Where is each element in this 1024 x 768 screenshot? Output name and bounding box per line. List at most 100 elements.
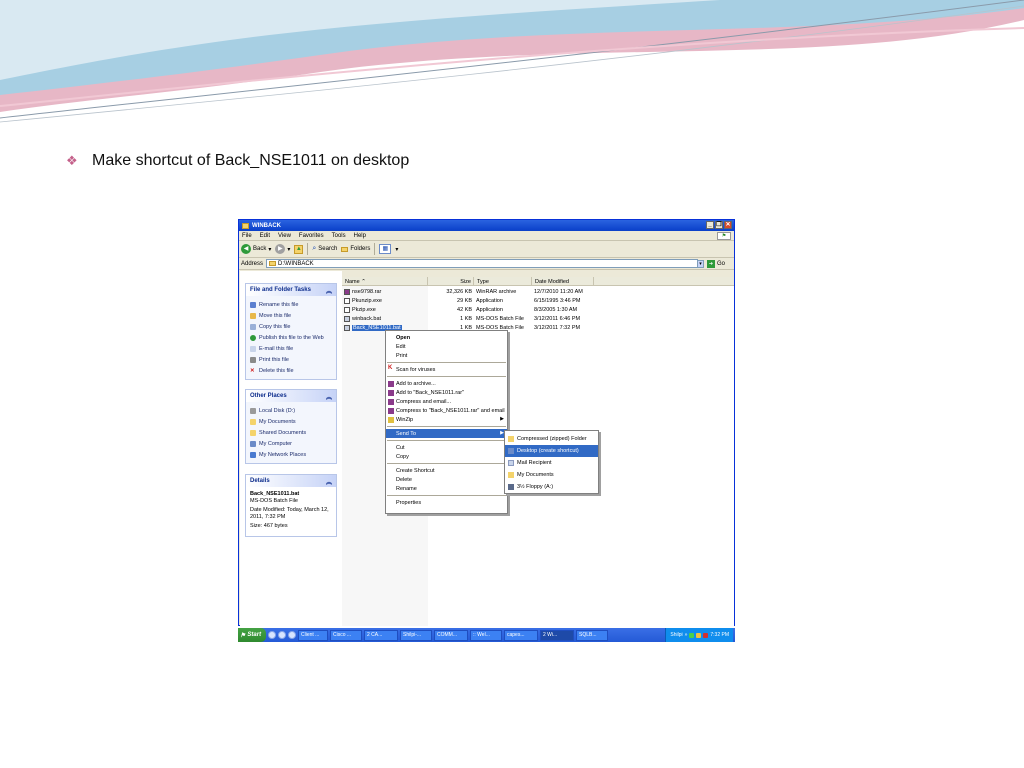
menu-item-compress-email[interactable]: Compress and email... [386, 397, 507, 406]
place-my-documents[interactable]: My Documents [250, 416, 332, 427]
taskbar-task[interactable]: SQLB... [576, 629, 608, 641]
file-row[interactable]: Pkzip.exe 42 KB Application 8/3/2005 1:3… [342, 305, 602, 314]
column-header-name[interactable]: Name ⌃ [342, 277, 428, 286]
column-header-type[interactable]: Type [474, 277, 532, 286]
tray-clock[interactable]: 7:32 PM [710, 632, 729, 638]
dropdown-arrow-icon[interactable]: ▾ [395, 246, 398, 253]
file-row[interactable]: Pkunzip.exe 29 KB Application 6/15/1995 … [342, 296, 602, 305]
place-network[interactable]: My Network Places [250, 449, 332, 460]
taskbar-task[interactable]: COMM... [434, 629, 468, 641]
send-to-compressed[interactable]: Compressed (zipped) Folder [505, 433, 598, 445]
column-header-size[interactable]: Size [428, 277, 474, 286]
tray-expand-chevron-icon[interactable]: » [685, 632, 688, 638]
tray-antivirus-icon[interactable] [703, 632, 709, 638]
go-button[interactable]: ➜ Go [707, 260, 725, 268]
menu-view[interactable]: View [278, 233, 291, 239]
place-label: Local Disk (D:) [259, 407, 296, 414]
winrar-icon [388, 408, 394, 414]
taskbar-task[interactable]: Cisco ... [330, 629, 362, 641]
copy-icon [250, 323, 256, 330]
collapse-chevron-icon[interactable]: ︽ [326, 286, 332, 295]
collapse-chevron-icon[interactable]: ︽ [326, 477, 332, 486]
task-email[interactable]: E-mail this file [250, 343, 332, 354]
collapse-chevron-icon[interactable]: ︽ [326, 392, 332, 401]
task-rename[interactable]: Rename this file [250, 299, 332, 310]
file-size: 1 KB [460, 315, 472, 322]
menu-item-winzip[interactable]: WinZip ▶ [386, 415, 507, 424]
place-label: My Network Places [259, 451, 307, 458]
menu-item-compress-rar-email[interactable]: Compress to "Back_NSE1011.rar" and email [386, 406, 507, 415]
back-button[interactable]: ◀ Back ▾ [241, 244, 271, 254]
menu-help[interactable]: Help [354, 233, 366, 239]
search-button[interactable]: ⌕ Search [312, 245, 337, 253]
task-delete[interactable]: ✕ Delete this file [250, 365, 332, 376]
up-folder-button[interactable]: ▲ [294, 244, 304, 254]
winrar-icon [388, 390, 394, 396]
taskbar-task[interactable]: :: Wel... [470, 629, 502, 641]
detail-file-type: MS-DOS Batch File [250, 498, 298, 504]
panel-header[interactable]: Details ︽ [246, 475, 336, 487]
file-row[interactable]: winback.bat 1 KB MS-DOS Batch File 3/12/… [342, 314, 602, 323]
task-copy[interactable]: Copy this file [250, 321, 332, 332]
tray-label[interactable]: Shilpi [670, 632, 682, 638]
task-publish[interactable]: Publish this file to the Web [250, 332, 332, 343]
address-input[interactable]: D:\WINBACK [266, 259, 699, 268]
column-header-date[interactable]: Date Modified [532, 277, 594, 286]
menu-item-add-archive[interactable]: Add to archive... [386, 379, 507, 388]
task-print[interactable]: Print this file [250, 354, 332, 365]
place-shared-documents[interactable]: Shared Documents [250, 427, 332, 438]
quicklaunch-browser-icon[interactable] [268, 631, 276, 639]
delete-x-icon: ✕ [250, 367, 255, 374]
folders-button[interactable]: Folders [341, 246, 370, 252]
menu-edit[interactable]: Edit [260, 233, 270, 239]
forward-button[interactable]: ▶ ▾ [275, 244, 290, 254]
title-bar[interactable]: WINBACK _ ❐ ✕ [239, 220, 734, 231]
maximize-button[interactable]: ❐ [715, 221, 723, 229]
menu-item-properties[interactable]: Properties [386, 498, 507, 507]
menu-item-copy[interactable]: Copy [386, 452, 507, 461]
folders-icon [341, 246, 349, 252]
menu-item-cut[interactable]: Cut [386, 443, 507, 452]
send-to-desktop[interactable]: Desktop (create shortcut) [505, 445, 598, 457]
send-to-floppy[interactable]: 3½ Floppy (A:) [505, 481, 598, 493]
other-places-panel: Other Places ︽ Local Disk (D:) My Docume… [245, 389, 337, 464]
send-to-mail[interactable]: Mail Recipient [505, 457, 598, 469]
taskbar-task[interactable]: capes... [504, 629, 538, 641]
send-to-my-documents[interactable]: My Documents [505, 469, 598, 481]
taskbar-task-active[interactable]: 2 Wi... [540, 629, 574, 641]
taskbar-task[interactable]: Client ... [298, 629, 328, 641]
close-button[interactable]: ✕ [724, 221, 732, 229]
quicklaunch-ie-icon[interactable] [278, 631, 286, 639]
menu-item-rename[interactable]: Rename [386, 484, 507, 493]
menu-file[interactable]: File [242, 233, 252, 239]
menu-favorites[interactable]: Favorites [299, 233, 324, 239]
menu-item-open[interactable]: Open [386, 333, 507, 342]
panel-header[interactable]: Other Places ︽ [246, 390, 336, 402]
file-date: 8/3/2005 1:30 AM [534, 306, 578, 313]
menu-item-create-shortcut[interactable]: Create Shortcut [386, 466, 507, 475]
start-button[interactable]: ⚑ Start [238, 628, 266, 642]
send-to-submenu: Compressed (zipped) Folder Desktop (crea… [504, 430, 599, 494]
menu-item-edit[interactable]: Edit [386, 342, 507, 351]
tray-network-icon[interactable] [689, 632, 695, 638]
menu-item-add-rar[interactable]: Add to "Back_NSE1011.rar" [386, 388, 507, 397]
panel-header[interactable]: File and Folder Tasks ︽ [246, 284, 336, 296]
slide-bullet: ❖ Make shortcut of Back_NSE1011 on deskt… [66, 152, 409, 170]
task-move[interactable]: Move this file [250, 310, 332, 321]
minimize-button[interactable]: _ [706, 221, 714, 229]
tray-app-icon[interactable] [696, 632, 702, 638]
menu-tools[interactable]: Tools [332, 233, 346, 239]
file-name: winback.bat [352, 315, 382, 322]
file-row[interactable]: nse9798.rar 32,326 KB WinRAR archive 12/… [342, 287, 602, 296]
taskbar-task[interactable]: Shilpi-... [400, 629, 432, 641]
place-my-computer[interactable]: My Computer [250, 438, 332, 449]
taskbar-task[interactable]: 2 CA... [364, 629, 398, 641]
menu-item-send-to[interactable]: Send To ▶ [386, 429, 507, 438]
quicklaunch-desktop-icon[interactable] [288, 631, 296, 639]
place-local-disk[interactable]: Local Disk (D:) [250, 405, 332, 416]
views-button[interactable]: ▦ [379, 244, 392, 254]
menu-item-scan[interactable]: K Scan for viruses [386, 365, 507, 374]
menu-item-print[interactable]: Print [386, 351, 507, 360]
menu-item-delete[interactable]: Delete [386, 475, 507, 484]
address-dropdown-button[interactable]: ▾ [697, 260, 704, 268]
